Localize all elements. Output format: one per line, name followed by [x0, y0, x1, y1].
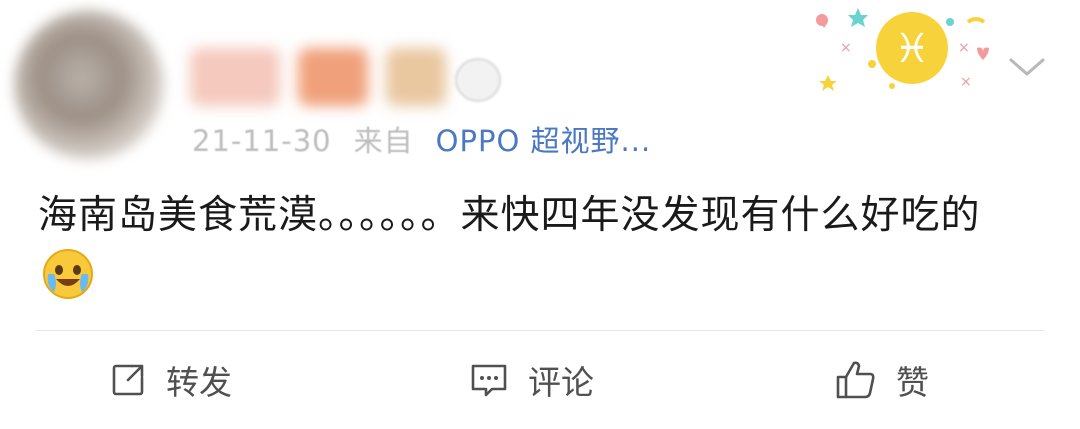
- svg-text:♓: ♓: [894, 26, 930, 72]
- comment-label: 评论: [528, 363, 594, 402]
- like-label: 赞: [896, 363, 929, 402]
- pisces-zodiac-badge-icon[interactable]: × ♓ × ×: [800, 0, 1010, 100]
- repost-label: 转发: [166, 363, 232, 402]
- divider: [36, 330, 1044, 331]
- share-icon: [108, 360, 148, 400]
- source-device-link[interactable]: OPPO 超视野...: [436, 118, 652, 160]
- thumbs-up-icon: [834, 359, 878, 401]
- panda-icon: [455, 58, 501, 102]
- avatar[interactable]: [14, 10, 164, 160]
- comment-button[interactable]: 评论: [468, 345, 594, 415]
- svg-text:×: ×: [960, 74, 972, 90]
- like-button[interactable]: 赞: [834, 345, 929, 415]
- svg-text:×: ×: [840, 40, 852, 56]
- post-content: 海南岛美食荒漠。。。。。。来快四年没发现有什么好吃的: [38, 186, 1038, 308]
- expand-chevron-icon[interactable]: [1005, 52, 1049, 82]
- repost-button[interactable]: 转发: [108, 345, 232, 415]
- laugh-cry-emoji-icon: [40, 246, 96, 302]
- post-text: 海南岛美食荒漠。。。。。。来快四年没发现有什么好吃的: [38, 193, 981, 238]
- svg-text:×: ×: [958, 40, 970, 56]
- action-bar: 转发 评论 赞: [0, 345, 1080, 415]
- comment-icon: [468, 360, 510, 400]
- post-meta: 21-11-30 来自 OPPO 超视野...: [192, 118, 651, 160]
- post-date: 21-11-30: [192, 124, 332, 158]
- source-label: 来自: [353, 124, 414, 158]
- username-blurred[interactable]: [190, 42, 470, 112]
